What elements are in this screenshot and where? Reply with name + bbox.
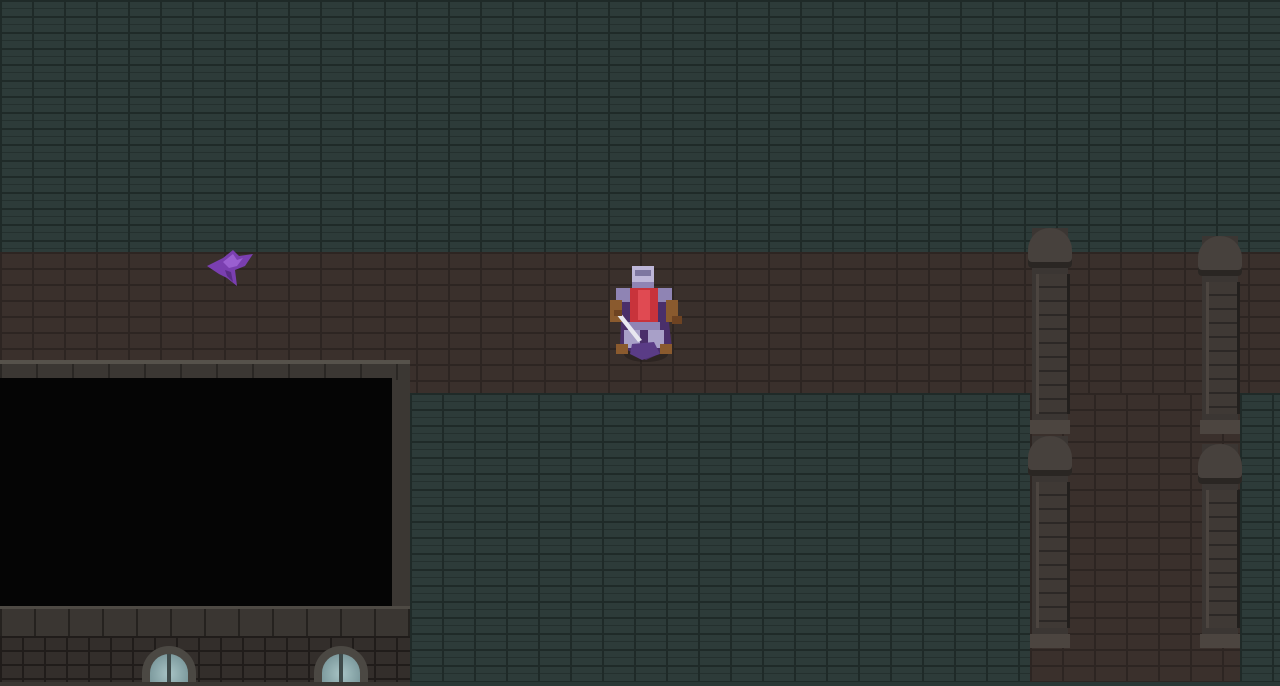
player-knight-icon[interactable] [602, 262, 686, 366]
pillar-icon [1198, 236, 1242, 434]
pillar-icon [1028, 228, 1072, 434]
upper-stone-wall [0, 0, 1280, 252]
pillar-icon [1028, 436, 1072, 648]
right-stone-wall [1240, 393, 1280, 682]
pillar-icon [1198, 444, 1242, 648]
lower-stone-floor [410, 393, 1030, 682]
game-viewport[interactable] [0, 0, 1280, 686]
dark-room-void [0, 378, 392, 606]
purple-bat-icon[interactable] [205, 248, 255, 288]
dark-room-ledge [0, 606, 410, 639]
